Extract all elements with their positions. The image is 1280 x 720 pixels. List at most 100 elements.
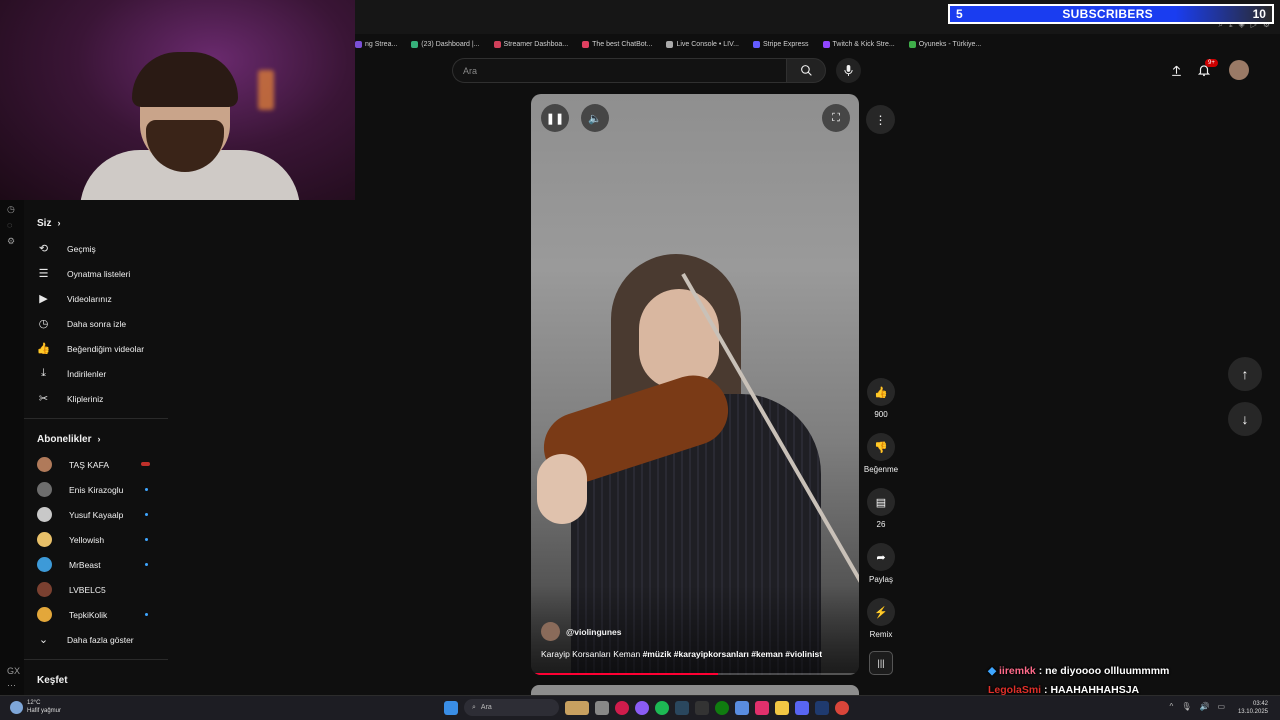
task-view-icon[interactable] [595, 700, 609, 715]
bookmark[interactable]: The best ChatBot... [582, 40, 652, 48]
like-button[interactable]: 👍 [867, 378, 895, 406]
webcam-overlay [0, 0, 355, 200]
chevron-up-icon[interactable]: ^ [1170, 702, 1174, 711]
temperature: 12°C [27, 700, 41, 706]
weather-widget[interactable]: 12°C Hafif yağmur [10, 699, 61, 715]
more-rail-icon[interactable]: ⋯ [7, 680, 16, 691]
sidebar-item-label: Beğendiğim videolar [67, 343, 145, 354]
taskbar-search[interactable]: ⌕ Ara [464, 699, 559, 716]
channel-avatar[interactable] [541, 622, 560, 641]
remix-label: Remix [869, 630, 893, 639]
settings-rail-icon[interactable]: ⚙ [7, 236, 15, 247]
search-input[interactable]: Ara [452, 58, 786, 83]
video-caption: Karayip Korsanları Keman #müzik #karayip… [541, 649, 822, 659]
more-options-button[interactable]: ⋮ [866, 105, 895, 134]
channel-handle[interactable]: @violingunes [566, 627, 622, 637]
sidebar-item-history[interactable]: ⟲ Geçmiş [24, 236, 168, 261]
file-explorer-icon[interactable] [775, 700, 789, 715]
taskbar-clock[interactable]: 03:42 13.10.2025 [1238, 700, 1268, 716]
sidebar-item-clips[interactable]: ✂ Klipleriniz [24, 386, 168, 411]
remix-icon: ⚡ [874, 606, 888, 619]
remix-button[interactable]: ⚡ [867, 598, 895, 626]
playlists-icon: ☰ [38, 268, 49, 280]
app-icon[interactable] [735, 700, 749, 715]
sidebar-subscription[interactable]: Enis Kirazoglu [24, 477, 168, 502]
shorts-video-player[interactable]: ❚❚ 🔈 ⛶ @violingunes Karayip Korsanları K… [531, 94, 859, 675]
sidebar-item-your-videos[interactable]: ▶ Videolarınız [24, 286, 168, 311]
spotify-icon[interactable] [655, 700, 669, 715]
sidebar-item-liked-videos[interactable]: 👍 Beğendiğim videolar [24, 336, 168, 361]
system-tray[interactable]: ^ 🎙 🔊 ▭ [1170, 702, 1225, 711]
history-rail-icon[interactable]: ◷ [7, 204, 15, 215]
steam-icon[interactable] [675, 700, 689, 715]
gx-rail-icon[interactable]: GX [7, 666, 20, 676]
photoshop-icon[interactable] [815, 700, 829, 715]
messenger-icon[interactable] [635, 700, 649, 715]
chat-username: iiremkk [999, 665, 1036, 677]
subscription-label: TepkiKolik [69, 609, 108, 620]
epic-games-icon[interactable] [695, 700, 709, 715]
webcam-lamp [258, 70, 274, 110]
sidebar-subscription[interactable]: Yusuf Kayaalp [24, 502, 168, 527]
opera-gx-icon[interactable] [615, 700, 629, 715]
channel-info[interactable]: @violingunes [541, 622, 622, 641]
bookmark[interactable]: (23) Dashboard |... [411, 40, 480, 48]
microphone-icon[interactable]: 🎙 [1181, 702, 1191, 711]
sidebar-item-watch-later[interactable]: ◷ Daha sonra izle [24, 311, 168, 336]
video-progress-bar[interactable] [531, 673, 859, 675]
bookmark-favicon-icon [355, 40, 362, 48]
bookmark[interactable]: Oyuneks - Türkiye... [908, 40, 981, 48]
header-actions: 9+ [1170, 59, 1249, 80]
avatar [37, 557, 52, 572]
bookmark[interactable]: Stripe Express [752, 40, 809, 48]
windows-start-icon[interactable] [444, 700, 458, 715]
bookmark-label: (23) Dashboard |... [421, 40, 480, 48]
like-action: 👍 900 [867, 378, 895, 433]
volume-icon[interactable]: 🔊 [1199, 702, 1209, 711]
bookmark[interactable]: Twitch & Kick Stre... [822, 40, 895, 48]
sidebar-you-header[interactable]: Siz › [24, 210, 168, 236]
more-vert-icon: ⋮ [874, 112, 887, 127]
pause-button[interactable]: ❚❚ [541, 104, 569, 132]
sidebar-subscription[interactable]: MrBeast [24, 552, 168, 577]
notifications-button[interactable]: 9+ [1197, 59, 1218, 77]
sound-button[interactable]: ||| [869, 651, 893, 675]
instagram-icon[interactable] [755, 700, 769, 715]
sidebar-subscription[interactable]: TepkiKolik [24, 602, 168, 627]
sidebar-item-playlists[interactable]: ☰ Oynatma listeleri [24, 261, 168, 286]
volume-button[interactable]: 🔈 [581, 104, 609, 132]
chat-rail-icon[interactable]: ◌ [7, 220, 12, 230]
share-action: ➦ Paylaş [867, 543, 895, 598]
share-button[interactable]: ➦ [867, 543, 895, 571]
thumbs-up-icon: 👍 [874, 386, 888, 399]
fullscreen-button[interactable]: ⛶ [822, 104, 850, 132]
xbox-icon[interactable] [715, 700, 729, 715]
previous-short-button[interactable]: ↑ [1228, 357, 1262, 391]
upload-icon[interactable] [1170, 64, 1183, 77]
thumbs-up-icon: 👍 [36, 343, 51, 355]
caption-hashtags[interactable]: #müzik #karayipkorsanları #keman #violin… [643, 649, 823, 659]
search-button[interactable] [786, 58, 826, 83]
comments-button[interactable]: ▤ [867, 488, 895, 516]
sidebar-subscriptions-header[interactable]: Abonelikler › [24, 426, 168, 452]
discord-icon[interactable] [795, 700, 809, 715]
next-short-button[interactable]: ↓ [1228, 402, 1262, 436]
sidebar-subscription[interactable]: LVBELC5 [24, 577, 168, 602]
clock-time: 03:42 [1252, 701, 1268, 707]
sidebar-subscription[interactable]: TAŞ KAFA [24, 452, 168, 477]
bookmark[interactable]: Live Console • LIV... [666, 40, 739, 48]
bookmark[interactable]: Streamer Dashboa... [493, 40, 568, 48]
account-avatar[interactable] [1229, 60, 1249, 80]
sidebar-subscription[interactable]: Yellowish [24, 527, 168, 552]
subscriber-current: 5 [956, 7, 963, 21]
subscription-label: Yellowish [69, 534, 105, 545]
sidebar-item-downloads[interactable]: ⤓ İndirilenler [24, 361, 168, 386]
voice-search-button[interactable] [836, 58, 861, 83]
dislike-button[interactable]: 👎 [867, 433, 895, 461]
search-icon [800, 65, 812, 76]
chrome-icon[interactable] [835, 700, 849, 715]
network-icon[interactable]: ▭ [1217, 702, 1225, 711]
show-more-button[interactable]: ⌄ Daha fazla göster [24, 627, 168, 652]
widget-icon[interactable] [565, 700, 589, 715]
bookmark[interactable]: ng Strea... [355, 40, 397, 48]
